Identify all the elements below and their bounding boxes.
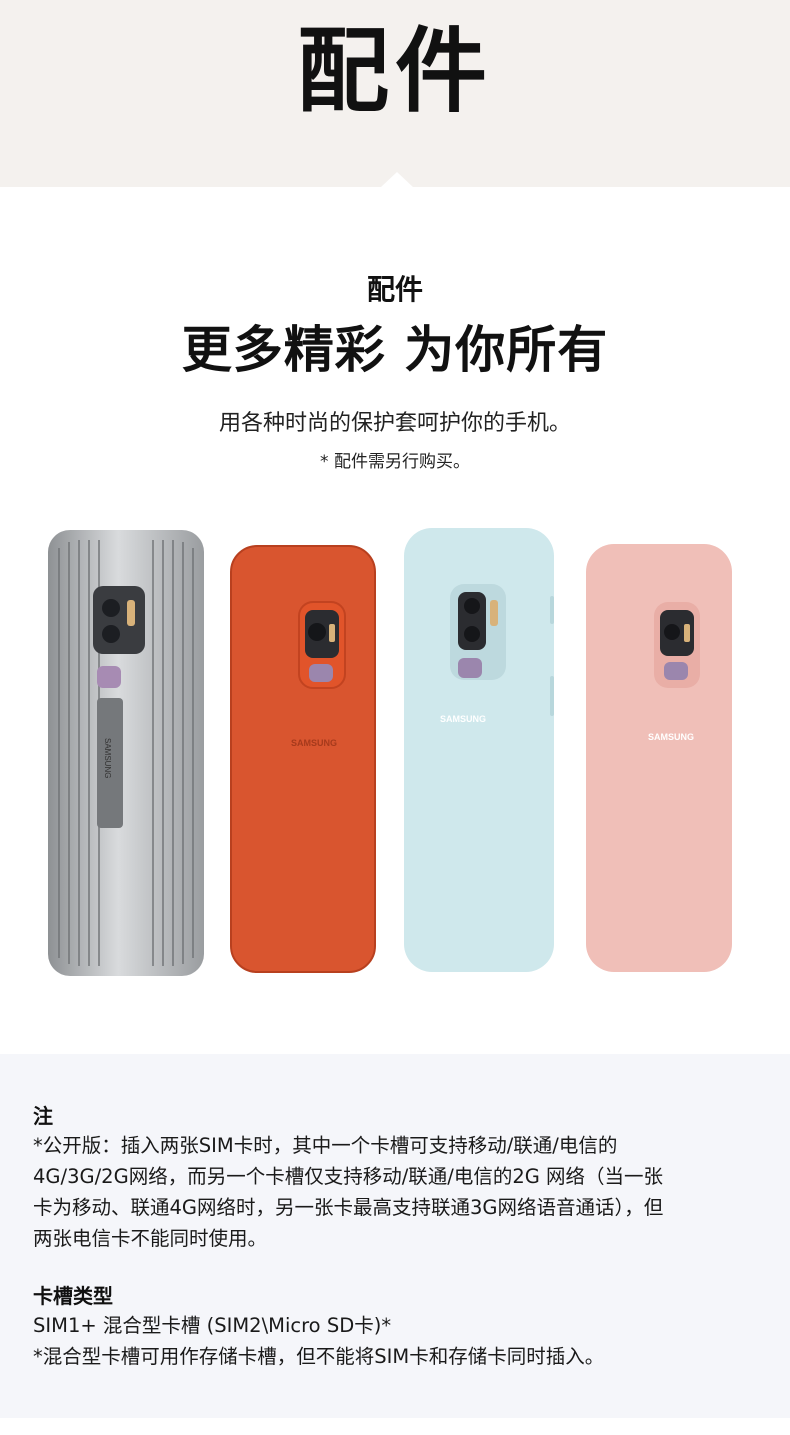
notes-section: 注 *公开版：插入两张SIM卡时，其中一个卡槽可支持移动/联通/电信的 4G/3… (0, 1054, 790, 1418)
silver-case-brand-text: SAMSUNG (103, 738, 112, 778)
banner: 配件 (0, 0, 790, 188)
blue-silicone-cover: SAMSUNG (402, 526, 558, 974)
note-line: 卡为移动、联通4G网络时，另一张卡最高支持联通3G网络语音通话），但 (33, 1196, 664, 1219)
note-line: 两张电信卡不能同时使用。 (33, 1227, 268, 1250)
note-block-1: 注 *公开版：插入两张SIM卡时，其中一个卡槽可支持移动/联通/电信的 4G/3… (33, 1102, 753, 1254)
banner-notch (380, 172, 414, 188)
note-line: 4G/3G/2G网络，而另一个卡槽仅支持移动/联通/电信的2G 网络（当一张 (33, 1165, 664, 1188)
hero-eyebrow: 配件 (366, 273, 423, 306)
blue-case-brand-text: SAMSUNG (440, 714, 486, 724)
slot-type-line: *混合型卡槽可用作存储卡槽，但不能将SIM卡和存储卡同时插入。 (33, 1345, 605, 1368)
hero-description: 用各种时尚的保护套呵护你的手机。 (218, 411, 571, 436)
note-line: *公开版：插入两张SIM卡时，其中一个卡槽可支持移动/联通/电信的 (33, 1134, 618, 1157)
banner-title: 配件 (296, 18, 493, 125)
phone-cases-image: SAMSUNG SAMSUNG SAMSUNG SAMSUNG (0, 520, 790, 980)
accessories-page: 配件 配件 更多精彩 为你所有 用各种时尚的保护套呵护你的手机。 * 配件需另行… (0, 0, 790, 1435)
pink-silicone-cover: SAMSUNG (584, 542, 734, 974)
slot-type-line: SIM1+ 混合型卡槽 (SIM2\Micro SD卡)* (33, 1314, 392, 1337)
hero-note: * 配件需另行购买。 (320, 452, 470, 472)
hero-title: 更多精彩 为你所有 (181, 321, 609, 379)
red-case-brand-text: SAMSUNG (291, 738, 337, 748)
red-alcantara-cover: SAMSUNG (229, 544, 377, 974)
note-block-2: 卡槽类型 SIM1+ 混合型卡槽 (SIM2\Micro SD卡)* *混合型卡… (33, 1282, 753, 1372)
pink-case-brand-text: SAMSUNG (648, 732, 694, 742)
note-heading: 注 (33, 1104, 53, 1128)
silver-standing-cover: SAMSUNG (45, 528, 207, 978)
slot-type-heading: 卡槽类型 (33, 1284, 113, 1308)
